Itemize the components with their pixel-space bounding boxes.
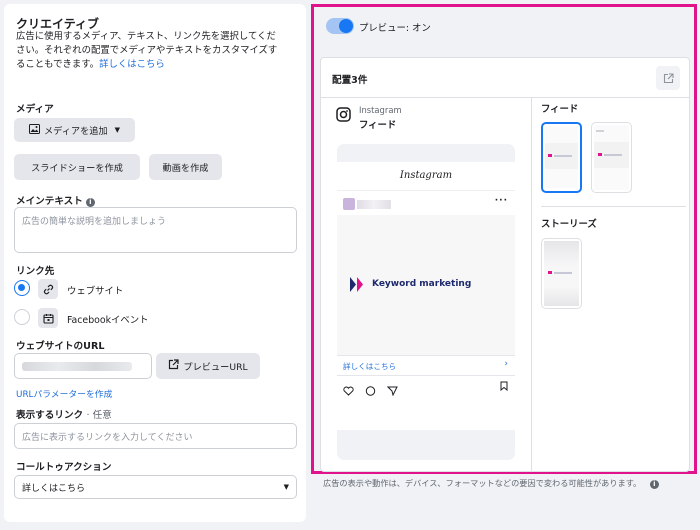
preview-url-label: プレビューURL <box>183 362 248 373</box>
website-url-label: ウェブサイトのURL <box>16 341 105 352</box>
create-video-button[interactable]: 動画を作成 <box>149 154 222 180</box>
main-text-label-text: メインテキスト <box>16 196 83 207</box>
external-link-icon <box>663 72 674 83</box>
ad-creative-image: Keyword marketing <box>337 215 515 355</box>
create-slideshow-button[interactable]: スライドショーを作成 <box>14 154 140 180</box>
comment-icon[interactable] <box>365 386 376 396</box>
placements-header: 配置3件 <box>321 58 689 98</box>
display-link-input[interactable]: 広告に表示するリンクを入力してください <box>14 423 297 449</box>
instagram-logo-icon <box>336 107 351 126</box>
option-website-label: ウェブサイト <box>67 286 124 297</box>
display-link-label: 表示するリンク · 任意 <box>16 407 112 421</box>
brand-name: Keyword marketing <box>372 279 472 289</box>
cta-selected-value: 詳しくはこちら <box>22 483 86 494</box>
actions-divider <box>337 375 515 376</box>
learn-more-link[interactable]: 詳しくはこちら <box>99 59 165 70</box>
cta-divider <box>337 355 515 356</box>
platform-name: Instagram <box>359 105 402 115</box>
caret-down-icon: ▼ <box>283 483 289 491</box>
placements-card: 配置3件 Instagram フィード Instagram ··· Keywor… <box>320 57 690 472</box>
link-icon <box>38 279 58 299</box>
description-line: さい。それぞれの配置でメディアやテキストをカスタマイズす <box>16 45 278 56</box>
placement-name: フィード <box>359 120 397 131</box>
bookmark-icon[interactable] <box>500 381 508 391</box>
cta-label: コールトゥアクション <box>16 462 112 473</box>
image-icon <box>28 123 40 137</box>
blurred-url <box>22 361 132 371</box>
caret-down-icon: ▼ <box>114 126 121 134</box>
preview-disclaimer-text: 広告の表示や動作は、デバイス、フォーマットなどの要因で変わる可能性があります。 <box>323 478 642 488</box>
cta-select[interactable]: 詳しくはこちら ▼ <box>14 475 297 499</box>
radio-website[interactable] <box>14 280 30 296</box>
url-parameters-link[interactable]: URLパラメーターを作成 <box>16 387 112 400</box>
placements-title: 配置3件 <box>332 75 368 86</box>
preview-disclaimer: 広告の表示や動作は、デバイス、フォーマットなどの要因で変わる可能性があります。 … <box>323 477 659 489</box>
phone-cta-link[interactable]: 詳しくはこちら <box>343 361 396 372</box>
description-line: ることもできます。 <box>16 59 100 70</box>
add-media-button[interactable]: メディアを追加 ▼ <box>14 118 135 142</box>
chevron-right-icon: › <box>504 359 508 369</box>
add-media-label: メディアを追加 <box>43 126 108 137</box>
post-actions <box>343 381 398 400</box>
description-line: 広告に使用するメディア、テキスト、リンク先を選択してくだ <box>16 31 276 42</box>
placement-thumb-facebook-feed[interactable] <box>591 122 632 193</box>
option-facebook-event-label: Facebookイベント <box>67 315 149 326</box>
open-preview-button[interactable] <box>656 66 680 90</box>
placement-thumb-instagram-feed[interactable] <box>541 122 582 193</box>
calendar-icon <box>38 308 58 328</box>
creative-description: 広告に使用するメディア、テキスト、リンク先を選択してくだ さい。それぞれの配置で… <box>16 30 300 72</box>
feed-section-label: フィード <box>541 104 579 115</box>
stories-section-label: ストーリーズ <box>541 219 597 230</box>
brand-logo-mark <box>350 277 363 292</box>
media-label: メディア <box>16 104 54 115</box>
info-icon[interactable]: i <box>85 198 95 207</box>
toggle-knob <box>339 19 353 33</box>
header-divider <box>337 190 515 191</box>
creative-panel: クリエイティブ 広告に使用するメディア、テキスト、リンク先を選択してくだ さい。… <box>4 4 306 522</box>
website-url-input[interactable] <box>14 353 152 379</box>
info-icon[interactable]: i <box>649 480 659 489</box>
share-icon[interactable] <box>386 386 398 397</box>
phone-screen: Instagram ··· Keyword marketing 詳しくはこちら … <box>337 162 515 430</box>
external-link-icon <box>168 359 180 373</box>
instagram-header: Instagram <box>399 170 453 181</box>
section-divider <box>541 206 686 207</box>
destination-label: リンク先 <box>16 266 55 277</box>
more-options-icon[interactable]: ··· <box>495 196 508 206</box>
placement-thumb-instagram-stories[interactable] <box>541 238 582 309</box>
main-text-input[interactable]: 広告の簡単な説明を追加しましょう <box>14 207 297 253</box>
optional-tag: · 任意 <box>86 410 112 421</box>
preview-url-button[interactable]: プレビューURL <box>156 353 260 379</box>
main-text-label: メインテキスト i <box>16 193 95 207</box>
preview-toggle-label: プレビュー: オン <box>359 23 431 34</box>
preview-panel: プレビュー: オン 配置3件 Instagram フィード Instagram … <box>311 4 697 474</box>
display-link-label-text: 表示するリンク <box>16 410 84 421</box>
preview-toggle[interactable] <box>326 18 354 34</box>
phone-mockup: Instagram ··· Keyword marketing 詳しくはこちら … <box>337 144 515 460</box>
column-divider <box>531 98 532 471</box>
radio-facebook-event[interactable] <box>14 309 30 325</box>
heart-icon[interactable] <box>343 386 354 396</box>
blurred-profile <box>343 197 393 211</box>
